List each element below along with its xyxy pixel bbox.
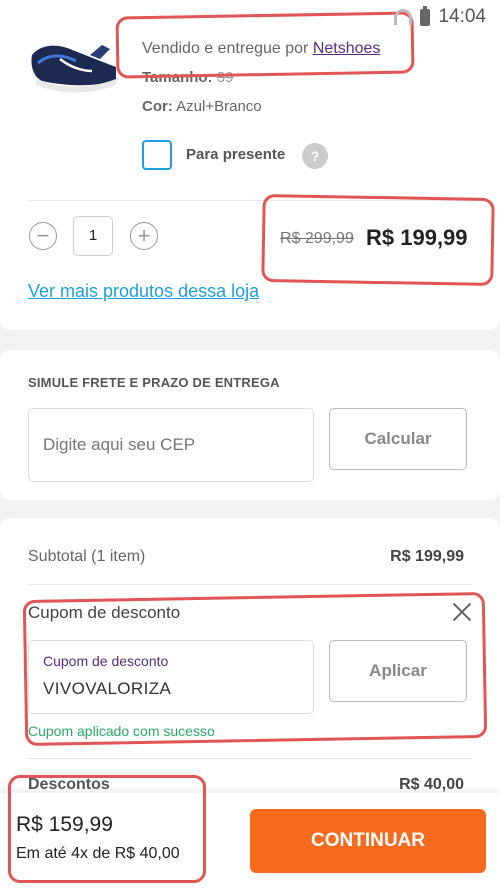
quantity-increase-button[interactable]: + [130,222,158,250]
coupon-field[interactable]: Cupom de desconto VIVOVALORIZA [28,640,314,714]
divider [28,200,472,201]
seller-info: Vendido e entregue por Netshoes [142,40,380,58]
calculate-button[interactable]: Calcular [329,408,467,470]
size-label: Tamanho: [142,69,213,86]
seller-prefix: Vendido e entregue por [142,40,309,57]
shipping-title: SIMULE FRETE E PRAZO DE ENTREGA [28,375,280,390]
discounts-label: Descontos [28,776,110,793]
help-icon[interactable]: ? [302,143,328,169]
battery-icon [420,5,431,26]
size-info: Tamanho: 39 [142,69,233,86]
coupon-field-label: Cupom de desconto [43,653,169,669]
size-value: 39 [216,69,234,86]
gift-label: Para presente [186,146,286,163]
current-price: R$ 199,99 [366,225,468,250]
original-price: R$ 299,99 [280,230,354,247]
color-info: Cor: Azul+Branco [142,98,262,115]
color-label: Cor: [142,98,173,115]
color-value: Azul+Branco [176,98,262,115]
divider [28,758,472,759]
seller-link[interactable]: Netshoes [313,40,381,57]
wifi-icon [394,9,413,25]
order-total: R$ 159,99 [16,813,113,836]
divider [28,584,472,585]
coupon-code-value[interactable]: VIVOVALORIZA [43,679,171,699]
shipping-card: SIMULE FRETE E PRAZO DE ENTREGA Calcular [0,350,500,500]
status-bar: 14:04 [0,0,500,34]
apply-coupon-button[interactable]: Aplicar [329,640,467,702]
product-card: Vendido e entregue por Netshoes Tamanho:… [0,0,500,330]
close-icon[interactable] [452,602,472,622]
summary-card: Subtotal (1 item) R$ 199,99 Cupom de des… [0,518,500,818]
coupon-success-message: Cupom aplicado com sucesso [28,723,215,739]
more-products-link[interactable]: Ver mais produtos dessa loja [28,281,259,302]
quantity-decrease-button[interactable]: − [29,222,57,250]
status-time: 14:04 [438,6,486,27]
quantity-input[interactable]: 1 [73,216,113,256]
discounts-value: R$ 40,00 [399,776,464,793]
gift-checkbox[interactable] [142,140,172,170]
continue-button[interactable]: CONTINUAR [250,809,486,873]
installments-text: Em até 4x de R$ 40,00 [16,845,180,862]
checkout-bar: R$ 159,99 Em até 4x de R$ 40,00 CONTINUA… [0,793,500,889]
coupon-title: Cupom de desconto [28,603,181,622]
cep-input[interactable] [28,408,314,482]
subtotal-value: R$ 199,99 [390,548,464,565]
subtotal-label: Subtotal (1 item) [28,548,146,565]
